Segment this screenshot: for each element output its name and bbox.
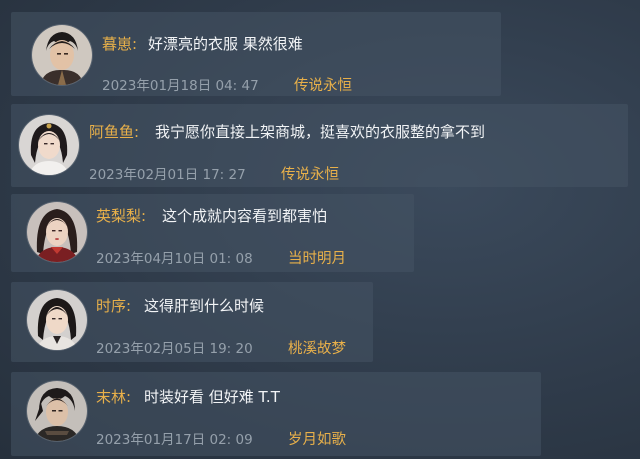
comment-timestamp: 2023年02月01日 17: 27 (89, 167, 246, 183)
female-white-robe-avatar-icon (19, 115, 79, 175)
comment-text: 这个成就内容看到都害怕 (162, 207, 328, 225)
server-name: 传说永恒 (294, 78, 352, 94)
avatar[interactable] (32, 25, 92, 85)
comment-timestamp: 2023年01月18日 04: 47 (102, 78, 259, 94)
comment-text: 这得肝到什么时候 (144, 297, 265, 315)
comment-text: 好漂亮的衣服 果然很难 (148, 35, 303, 53)
male-dark-armor-avatar-icon (27, 381, 87, 441)
female-red-robe-avatar-icon (27, 202, 87, 262)
comment-card: 时序: 这得肝到什么时候 2023年02月05日 19: 20 桃溪故梦 (11, 282, 373, 362)
comment-text: 时装好看 但好难 T.T (144, 388, 280, 406)
comment-timestamp: 2023年04月10日 01: 08 (96, 251, 253, 267)
commenter-name[interactable]: 暮崽: (102, 33, 137, 54)
avatar[interactable] (27, 381, 87, 441)
commenter-name[interactable]: 末林: (96, 386, 131, 407)
commenter-name[interactable]: 英梨梨: (96, 205, 146, 226)
server-name: 传说永恒 (281, 167, 339, 183)
comment-card: 暮崽: 好漂亮的衣服 果然很难 2023年01月18日 04: 47 传说永恒 (11, 12, 501, 96)
server-name: 岁月如歌 (288, 432, 346, 448)
comment-text: 我宁愿你直接上架商城，挺喜欢的衣服整的拿不到 (155, 123, 486, 141)
avatar[interactable] (27, 290, 87, 350)
server-name: 桃溪故梦 (288, 341, 346, 357)
comment-card: 末林: 时装好看 但好难 T.T 2023年01月17日 02: 09 岁月如歌 (11, 372, 541, 456)
server-name: 当时明月 (288, 251, 346, 267)
avatar[interactable] (19, 115, 79, 175)
commenter-name[interactable]: 阿鱼鱼: (89, 121, 139, 142)
male-swordsman-avatar-icon (32, 25, 92, 85)
female-dark-hair-avatar-icon (27, 290, 87, 350)
comment-card: 英梨梨: 这个成就内容看到都害怕 2023年04月10日 01: 08 当时明月 (11, 194, 414, 272)
avatar[interactable] (27, 202, 87, 262)
comment-timestamp: 2023年01月17日 02: 09 (96, 432, 253, 448)
comment-timestamp: 2023年02月05日 19: 20 (96, 341, 253, 357)
commenter-name[interactable]: 时序: (96, 295, 131, 316)
comment-card: 阿鱼鱼: 我宁愿你直接上架商城，挺喜欢的衣服整的拿不到 2023年02月01日 … (11, 104, 628, 187)
